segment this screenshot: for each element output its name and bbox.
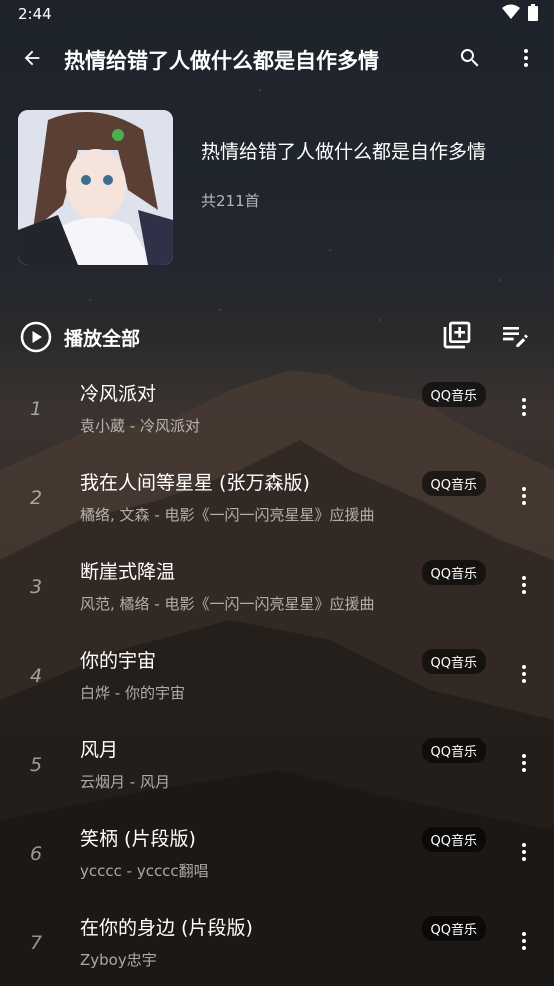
- more-vert-icon: [512, 840, 536, 868]
- song-subtitle: 橘络, 文森 - 电影《一闪一闪亮星星》应援曲: [80, 506, 375, 524]
- song-more-button[interactable]: [494, 809, 554, 898]
- song-index: 3: [29, 575, 43, 598]
- song-subtitle: 云烟月 - 风月: [80, 773, 170, 791]
- more-vert-icon: [512, 573, 536, 601]
- more-vert-icon: [512, 929, 536, 957]
- more-vert-icon: [512, 751, 536, 779]
- source-badge: QQ音乐: [421, 827, 486, 852]
- song-list: 1 冷风派对 袁小葳 - 冷风派对 QQ音乐 2 我在人间等星星 (张万森版) …: [0, 364, 554, 986]
- edit-list-button[interactable]: [486, 315, 544, 359]
- song-more-button[interactable]: [494, 898, 554, 986]
- play-circle-icon[interactable]: [20, 321, 52, 353]
- source-badge: QQ音乐: [421, 471, 486, 496]
- arrow-left-icon: [21, 47, 43, 73]
- song-index: 1: [29, 397, 43, 420]
- play-all-bar: 播放全部: [0, 315, 554, 359]
- more-vert-icon: [512, 484, 536, 512]
- song-subtitle: Zyboy忠宇: [80, 951, 157, 969]
- back-button[interactable]: [0, 28, 64, 92]
- song-subtitle: ycccc - ycccc翻唱: [80, 862, 209, 880]
- playlist-edit-icon: [499, 319, 531, 355]
- song-index: 6: [29, 842, 43, 865]
- overflow-menu-button[interactable]: [498, 28, 554, 92]
- source-badge: QQ音乐: [421, 382, 486, 407]
- search-icon: [458, 46, 482, 74]
- more-vert-icon: [512, 395, 536, 423]
- song-index: 7: [29, 931, 43, 954]
- library-add-icon: [441, 319, 473, 355]
- song-row[interactable]: 6 笑柄 (片段版) ycccc - ycccc翻唱 QQ音乐: [0, 809, 554, 898]
- status-bar: 2:44: [0, 0, 554, 28]
- page-title: 热情给错了人做什么都是自作多情: [64, 49, 379, 73]
- song-more-button[interactable]: [494, 364, 554, 453]
- playlist-cover[interactable]: [18, 110, 173, 265]
- status-time: 2:44: [18, 5, 52, 23]
- song-row[interactable]: 4 你的宇宙 白烨 - 你的宇宙 QQ音乐: [0, 631, 554, 720]
- battery-icon: [528, 3, 538, 25]
- source-badge: QQ音乐: [421, 649, 486, 674]
- song-index: 2: [29, 486, 43, 509]
- app-toolbar: 热情给错了人做什么都是自作多情: [0, 28, 554, 92]
- song-row[interactable]: 2 我在人间等星星 (张万森版) 橘络, 文森 - 电影《一闪一闪亮星星》应援曲…: [0, 453, 554, 542]
- song-row[interactable]: 1 冷风派对 袁小葳 - 冷风派对 QQ音乐: [0, 364, 554, 453]
- song-count: 共211首: [201, 192, 260, 210]
- song-more-button[interactable]: [494, 542, 554, 631]
- search-button[interactable]: [442, 28, 498, 92]
- song-more-button[interactable]: [494, 631, 554, 720]
- source-badge: QQ音乐: [421, 916, 486, 941]
- playlist-name: 热情给错了人做什么都是自作多情: [201, 141, 487, 163]
- source-badge: QQ音乐: [421, 738, 486, 763]
- song-row[interactable]: 3 断崖式降温 风范, 橘络 - 电影《一闪一闪亮星星》应援曲 QQ音乐: [0, 542, 554, 631]
- playlist-header: 热情给错了人做什么都是自作多情 共211首: [18, 110, 536, 266]
- more-vert-icon: [514, 46, 538, 74]
- song-more-button[interactable]: [494, 453, 554, 542]
- song-subtitle: 风范, 橘络 - 电影《一闪一闪亮星星》应援曲: [80, 595, 375, 613]
- song-row[interactable]: 7 在你的身边 (片段版) Zyboy忠宇 QQ音乐: [0, 898, 554, 986]
- song-more-button[interactable]: [494, 720, 554, 809]
- song-index: 4: [29, 664, 43, 687]
- song-index: 5: [29, 753, 43, 776]
- play-all-button[interactable]: 播放全部: [64, 324, 428, 351]
- more-vert-icon: [512, 662, 536, 690]
- song-subtitle: 袁小葳 - 冷风派对: [80, 417, 200, 435]
- source-badge: QQ音乐: [421, 560, 486, 585]
- wifi-icon: [502, 4, 520, 24]
- add-to-playlist-button[interactable]: [428, 315, 486, 359]
- song-row[interactable]: 5 风月 云烟月 - 风月 QQ音乐: [0, 720, 554, 809]
- song-subtitle: 白烨 - 你的宇宙: [80, 684, 185, 702]
